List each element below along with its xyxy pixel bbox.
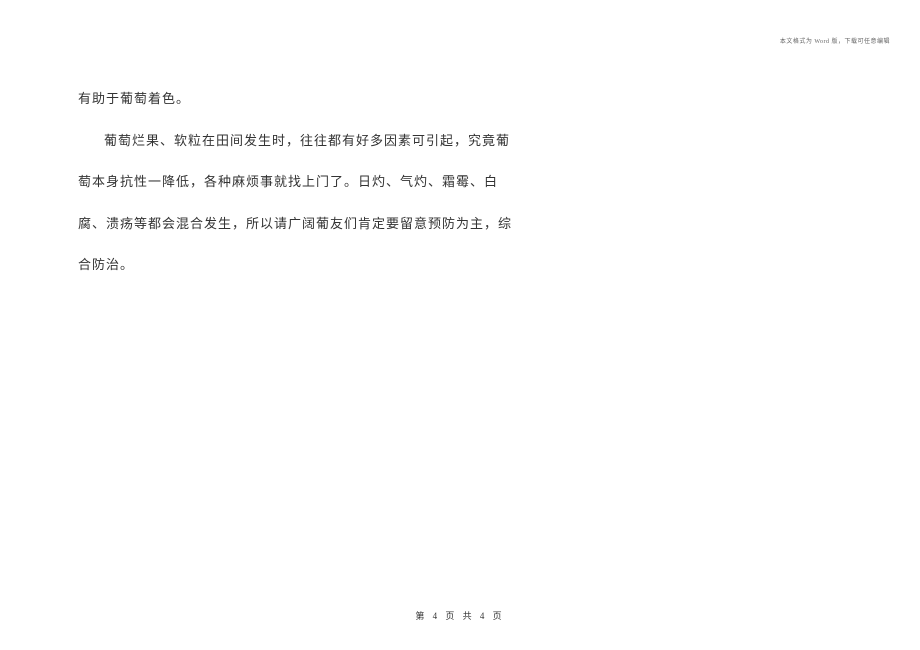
paragraph-line-4: 腐、溃疡等都会混合发生，所以请广阔葡友们肯定要留意预防为主，综 <box>78 203 842 245</box>
paragraph-line-2: 葡萄烂果、软粒在田间发生时，往往都有好多因素可引起，究竟葡 <box>78 120 842 162</box>
pagination-text: 第 4 页 共 4 页 <box>415 611 504 621</box>
document-content: 有助于葡萄着色。 葡萄烂果、软粒在田间发生时，往往都有好多因素可引起，究竟葡 萄… <box>78 78 842 286</box>
header-note: 本文格式为 Word 版，下载可任意编辑 <box>780 36 890 45</box>
document-page: 本文格式为 Word 版，下载可任意编辑 有助于葡萄着色。 葡萄烂果、软粒在田间… <box>0 0 920 650</box>
paragraph-line-3: 萄本身抗性一降低，各种麻烦事就找上门了。日灼、气灼、霜霉、白 <box>78 161 842 203</box>
page-footer: 第 4 页 共 4 页 <box>0 609 920 622</box>
paragraph-line-1: 有助于葡萄着色。 <box>78 78 842 120</box>
paragraph-line-5: 合防治。 <box>78 244 842 286</box>
